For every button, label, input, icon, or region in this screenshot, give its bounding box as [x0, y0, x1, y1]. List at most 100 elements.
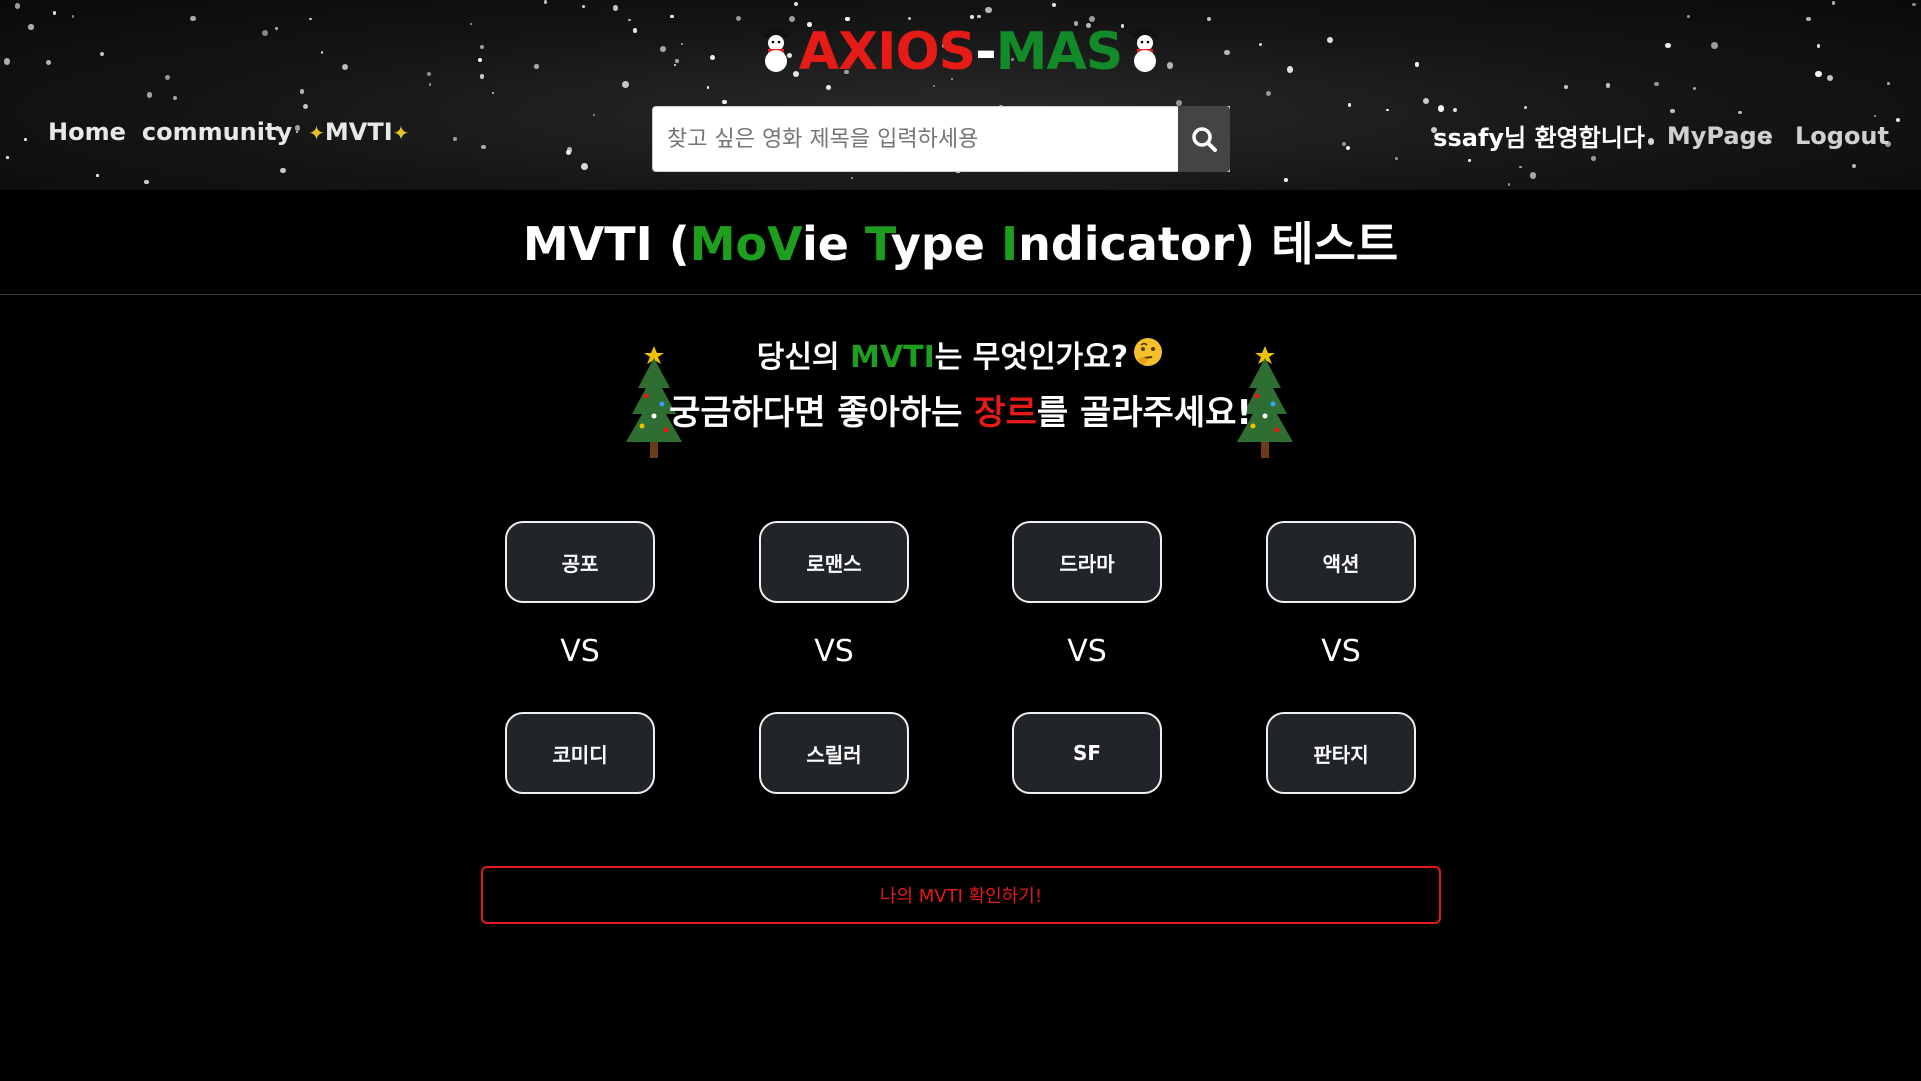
search-icon: [1192, 127, 1217, 152]
snowflake: [1670, 108, 1675, 113]
snowflake: [1693, 87, 1697, 91]
genre-button-sf[interactable]: SF: [1012, 712, 1162, 794]
snowflake: [481, 144, 486, 149]
snowflake: [95, 173, 99, 177]
snowflake: [1423, 97, 1430, 104]
snowflake: [1738, 110, 1742, 115]
snowflake: [565, 149, 571, 155]
divider: [0, 294, 1921, 295]
snowflake: [1347, 103, 1352, 108]
snowflake: [24, 138, 28, 141]
snowflake: [1052, 3, 1057, 8]
welcome-text: ssafy님 환영합니다: [1433, 124, 1645, 152]
q2-pre: 궁금하다면 좋아하는: [669, 393, 975, 433]
title-o: o: [735, 217, 768, 271]
snowflake: [5, 155, 9, 159]
sparkle-icon: ✦: [392, 121, 410, 145]
logo-axios: AXIOS: [798, 22, 976, 82]
snowflake: [1912, 2, 1916, 7]
check-mvti-button[interactable]: 나의 MVTI 확인하기!: [481, 866, 1441, 924]
genre-button-fantasy[interactable]: 판타지: [1266, 712, 1416, 794]
snowflake: [1851, 163, 1857, 169]
vs-label: VS: [1321, 634, 1361, 669]
title-t: T: [864, 217, 891, 271]
title-ndicator: ndicator): [1018, 217, 1272, 271]
genre-button-action[interactable]: 액션: [1266, 521, 1416, 603]
nav-mvti-link[interactable]: ✦MVTI✦: [308, 118, 409, 146]
snowflake: [1873, 115, 1876, 118]
snowflake: [593, 113, 596, 116]
title-i: I: [1000, 217, 1019, 271]
nav-logout-link[interactable]: Logout: [1795, 122, 1889, 150]
snowflake: [969, 14, 974, 19]
snowflake: [309, 17, 312, 20]
snowflake: [1831, 1, 1835, 5]
snowflake: [543, 0, 548, 4]
snowflake: [1395, 157, 1398, 161]
snowflake: [794, 1, 799, 6]
snowflake: [1590, 155, 1596, 161]
nav-community-link[interactable]: community: [142, 118, 292, 146]
snowflake: [977, 14, 981, 19]
site-logo[interactable]: AXIOS-MAS: [0, 22, 1921, 85]
snowflake: [1386, 108, 1389, 112]
logo-mas: MAS: [995, 22, 1123, 82]
header-banner: AXIOS-MAS Home community ✦MVTI✦ ssafy님 환…: [0, 0, 1921, 190]
q2-post: 를 골라주세요!: [1036, 393, 1252, 433]
snowflake: [850, 176, 854, 180]
snowflake: [722, 99, 727, 105]
nav-mvti-label: MVTI: [324, 118, 393, 146]
snowflake: [670, 14, 675, 19]
snowflake: [1284, 177, 1289, 182]
snowflake: [1564, 85, 1568, 89]
vs-label: VS: [560, 634, 600, 669]
snowflake: [1806, 16, 1811, 22]
title-m: M: [689, 217, 736, 271]
title-ype: ype: [890, 217, 1001, 271]
genre-button-comedy[interactable]: 코미디: [505, 712, 655, 794]
snowflake: [14, 3, 21, 9]
nav-home-link[interactable]: Home: [48, 118, 126, 146]
snowman-icon: [759, 25, 793, 85]
snowflake: [1524, 105, 1528, 109]
snowflake: [52, 11, 57, 15]
q2-genre: 장르: [974, 393, 1037, 433]
genre-button-horror[interactable]: 공포: [505, 521, 655, 603]
snowflake: [706, 86, 709, 89]
snowflake: [844, 16, 850, 22]
nav-right: ssafy님 환영합니다 MyPage Logout: [1433, 118, 1889, 153]
search-button[interactable]: [1178, 106, 1230, 172]
q1-mvti: MVTI: [850, 340, 935, 375]
q1-pre: 당신의: [756, 340, 851, 375]
title-v: V: [767, 217, 802, 271]
snowflake: [1438, 105, 1445, 112]
snowflake: [1529, 172, 1537, 179]
title-suffix: 테스트: [1271, 217, 1399, 271]
snowflake: [932, 84, 935, 87]
snowflake: [612, 5, 619, 11]
snowflake: [582, 5, 586, 9]
genre-button-thriller[interactable]: 스릴러: [759, 712, 909, 794]
movie-search-input[interactable]: [652, 106, 1230, 172]
snowflake: [1687, 15, 1690, 18]
snowflake: [907, 17, 912, 21]
snowflake: [1507, 183, 1511, 186]
snowflake: [144, 179, 149, 185]
snowflake: [71, 15, 75, 18]
snowflake: [1519, 165, 1522, 169]
snowflake: [453, 137, 457, 141]
title-prefix: MVTI (: [522, 217, 690, 271]
genre-button-drama[interactable]: 드라마: [1012, 521, 1162, 603]
snowflake: [985, 6, 992, 14]
nav-mypage-link[interactable]: MyPage: [1667, 122, 1773, 150]
genre-button-romance[interactable]: 로맨스: [759, 521, 909, 603]
snowflake: [1207, 16, 1212, 21]
snowflake: [735, 16, 741, 22]
snowflake: [1452, 107, 1458, 113]
snowflake: [299, 89, 305, 94]
snowflake: [1468, 158, 1472, 163]
question-line-2: 궁금하다면 좋아하는 장르를 골라주세요!: [0, 390, 1921, 436]
q1-post: 는 무엇인가요?: [934, 340, 1129, 375]
thinking-face-icon: [1132, 336, 1164, 381]
snowflake: [146, 92, 152, 98]
